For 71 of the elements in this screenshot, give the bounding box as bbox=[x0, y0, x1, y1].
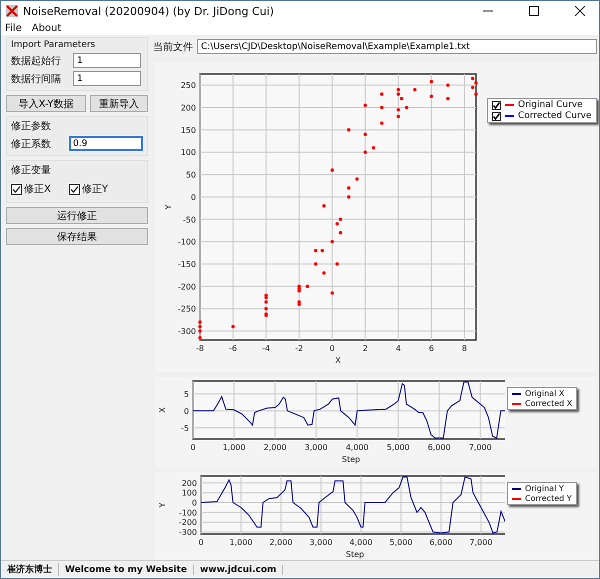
status-text: Welcome to my Website bbox=[59, 564, 194, 574]
legend-label: Corrected Curve bbox=[518, 111, 592, 121]
axis-tick-label: -2 bbox=[295, 344, 304, 353]
axis-tick-label: 4 bbox=[396, 344, 401, 353]
axis-tick-label: 100 bbox=[182, 488, 197, 498]
axis-tick-label: 3,000 bbox=[304, 443, 328, 452]
y-axis-label: X bbox=[158, 407, 167, 413]
x-axis-label: X bbox=[335, 356, 341, 365]
axis-tick-label: 1,000 bbox=[222, 443, 246, 452]
axis-tick-label: -100 bbox=[178, 508, 197, 518]
field-label: 修正系数 bbox=[11, 138, 52, 150]
axis-tick-label: 250 bbox=[180, 81, 196, 90]
window-title: NoiseRemoval (20200904) (by Dr. JiDong Cui) bbox=[23, 4, 275, 18]
legend-label: Original Y bbox=[525, 484, 564, 493]
x-axis-label: Step bbox=[342, 455, 360, 464]
y-axis-label: Y bbox=[164, 204, 173, 210]
axis-tick-label: 150 bbox=[180, 126, 196, 135]
axis-tick-label: 0 bbox=[190, 192, 196, 202]
axis-tick-label: 2 bbox=[362, 344, 368, 353]
axis-tick-label: -200 bbox=[178, 282, 196, 292]
axis-tick-label: 3,000 bbox=[310, 538, 332, 547]
legend-label: Corrected Y bbox=[525, 494, 572, 503]
axis-tick-label: 7,000 bbox=[468, 443, 492, 452]
axis-tick-label: -4 bbox=[262, 344, 270, 353]
x-axis-label: Step bbox=[346, 550, 364, 559]
group-title: 修正变量 bbox=[11, 164, 52, 177]
status-text: 崔济东博士 bbox=[1, 563, 59, 576]
axis-tick-label: 4,000 bbox=[350, 538, 372, 547]
axis-tick-label: 8 bbox=[462, 344, 467, 353]
legend-label: Corrected X bbox=[525, 399, 572, 408]
axis-tick-label: -300 bbox=[178, 528, 197, 538]
axis-tick-label: 5,000 bbox=[386, 443, 410, 452]
field-label: 当前文件 bbox=[153, 40, 193, 54]
axis-tick-label: 4,000 bbox=[346, 443, 369, 452]
axis-tick-label: 7,000 bbox=[470, 538, 492, 547]
axis-tick-label: -5 bbox=[181, 424, 189, 433]
axis-tick-label: 2,000 bbox=[270, 538, 292, 547]
group-title: Import Parameters bbox=[11, 40, 96, 50]
axis-tick-label: -250 bbox=[178, 304, 196, 314]
checkbox-label: 修正X bbox=[24, 183, 51, 196]
checkbox-label: 修正Y bbox=[82, 183, 108, 196]
axis-tick-label: 200 bbox=[180, 104, 196, 113]
axis-tick-label: 0 bbox=[198, 538, 204, 547]
axis-tick-label: 5,000 bbox=[390, 538, 412, 547]
axis-tick-label: -300 bbox=[178, 327, 196, 336]
axis-tick-label: 6,000 bbox=[430, 538, 452, 547]
axis-tick-label: 2,000 bbox=[264, 443, 287, 452]
axis-tick-label: -100 bbox=[178, 238, 196, 247]
field-label: 数据行间隔 bbox=[11, 72, 62, 86]
axis-tick-label: 100 bbox=[180, 148, 196, 158]
legend-label: Original Curve bbox=[518, 100, 583, 110]
axis-tick-label: 0 bbox=[190, 443, 196, 452]
legend-label: Original X bbox=[525, 389, 564, 398]
field-label: 数据起始行 bbox=[11, 54, 62, 68]
axis-tick-label: 1,000 bbox=[230, 538, 252, 547]
axis-tick-label: -150 bbox=[178, 260, 196, 269]
axis-tick-label: 0 bbox=[192, 498, 197, 508]
axis-tick-label: 5 bbox=[184, 390, 189, 399]
axis-tick-label: -8 bbox=[196, 344, 204, 353]
group-title: 修正参数 bbox=[11, 120, 52, 133]
axis-tick-label: -200 bbox=[178, 518, 197, 528]
y-axis-label: Y bbox=[158, 502, 167, 508]
axis-tick-label: 200 bbox=[182, 478, 197, 488]
axis-tick-label: -50 bbox=[182, 215, 196, 224]
status-text: www.jdcui.com bbox=[194, 564, 284, 574]
axis-tick-label: -6 bbox=[229, 344, 238, 353]
axis-tick-label: 0 bbox=[330, 344, 335, 353]
axis-tick-label: 6,000 bbox=[428, 443, 451, 452]
axis-tick-label: 50 bbox=[186, 170, 196, 180]
axis-tick-label: 6 bbox=[428, 344, 434, 353]
axis-tick-label: 0 bbox=[184, 406, 189, 416]
